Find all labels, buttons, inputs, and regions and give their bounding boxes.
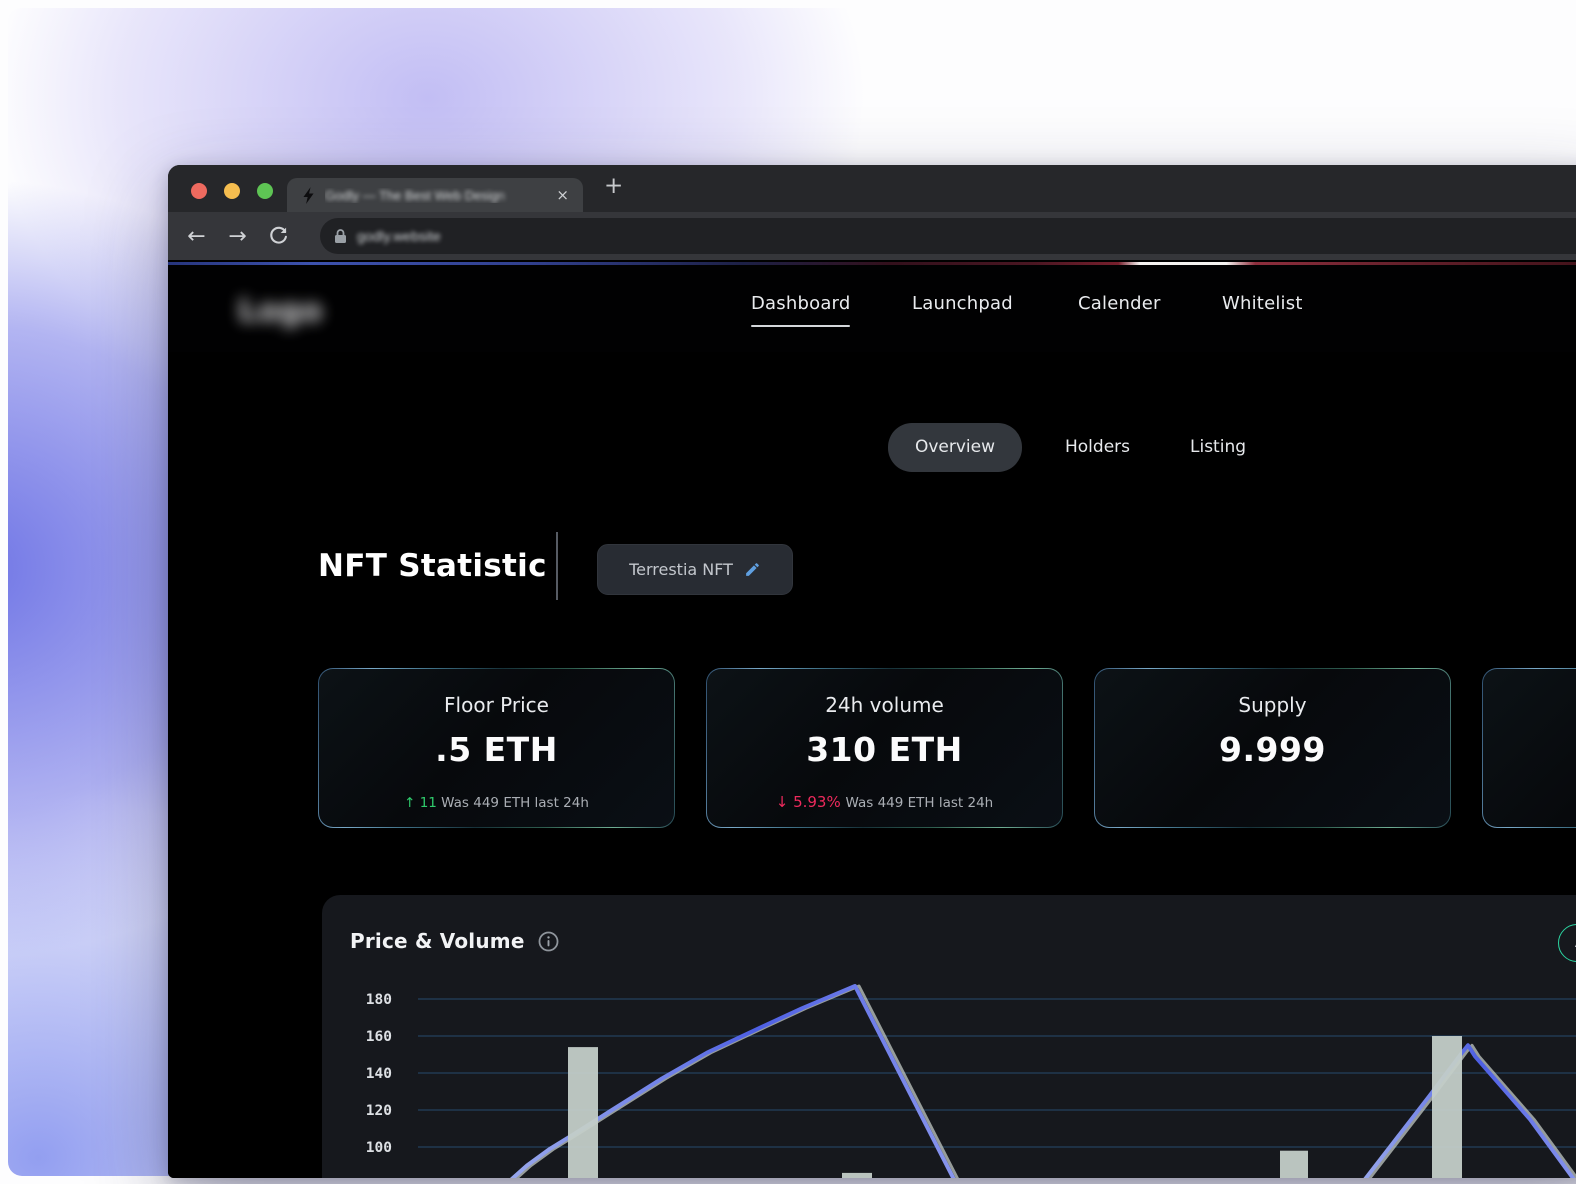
avg-price-line-shadow bbox=[1368, 1043, 1576, 1178]
volume-bar bbox=[568, 1047, 598, 1178]
delta-note: Was 449 ETH last 24h bbox=[441, 795, 589, 811]
delta-value: 5.93% bbox=[793, 793, 846, 811]
avg-price-line bbox=[1363, 1043, 1576, 1178]
reload-icon[interactable] bbox=[265, 224, 292, 248]
browser-window: Godly — The Best Web Design × + ← → godl… bbox=[168, 165, 1576, 1178]
browser-toolbar: ← → godly.website bbox=[168, 212, 1576, 260]
view-tab-listing[interactable]: Listing bbox=[1190, 437, 1246, 457]
browser-tab[interactable]: Godly — The Best Web Design × bbox=[287, 178, 583, 212]
title-divider bbox=[556, 532, 558, 600]
y-axis-tick: 180 bbox=[366, 992, 392, 1008]
close-tab-icon[interactable]: × bbox=[552, 186, 573, 205]
new-tab-button[interactable]: + bbox=[604, 173, 623, 199]
nav-item-calender[interactable]: Calender bbox=[1078, 293, 1161, 314]
lightning-bolt-icon bbox=[303, 186, 314, 204]
volume-bar bbox=[1280, 1150, 1308, 1178]
forward-icon[interactable]: → bbox=[224, 224, 251, 249]
minimize-window-button[interactable] bbox=[224, 183, 240, 199]
chart-filter-avg-price[interactable]: Avg. Price bbox=[1558, 924, 1576, 962]
y-axis-tick: 140 bbox=[366, 1066, 392, 1082]
stat-card-delta: ↓ 5.93% Was 449 ETH last 24h bbox=[707, 793, 1062, 811]
site-logo[interactable]: Logo bbox=[238, 293, 323, 329]
stat-card-value: 310 ETH bbox=[806, 730, 963, 769]
y-axis-tick: 100 bbox=[366, 1140, 392, 1156]
y-axis-tick: 120 bbox=[366, 1103, 392, 1119]
stat-card-label: Supply bbox=[1238, 693, 1307, 717]
site-header: Logo Dashboard Launchpad Calender Whitelist bbox=[168, 265, 1576, 352]
view-tab-overview[interactable]: Overview bbox=[888, 423, 1022, 472]
stat-card-supply: Supply 9.999 bbox=[1094, 668, 1451, 828]
url-bar[interactable]: godly.website bbox=[320, 218, 1576, 254]
view-tab-holders[interactable]: Holders bbox=[1065, 437, 1130, 457]
active-nav-underline bbox=[751, 325, 851, 327]
webpage: Logo Dashboard Launchpad Calender Whitelist… bbox=[168, 260, 1576, 1178]
close-window-button[interactable] bbox=[191, 183, 207, 199]
back-icon[interactable]: ← bbox=[183, 224, 210, 249]
stat-cards-row: Floor Price .5 ETH ↑ 11 Was 449 ETH last 2… bbox=[318, 668, 1576, 828]
price-volume-chart: 180 160 140 120 100 bbox=[366, 984, 1576, 1178]
screenshot-stage: Godly — The Best Web Design × + ← → godl… bbox=[0, 0, 1576, 1184]
chart-panel: Price & Volume Avg. PricePrice Range bbox=[322, 895, 1576, 1178]
stat-card-floor-price: Floor Price .5 ETH ↑ 11 Was 449 ETH last 2… bbox=[318, 668, 675, 828]
tab-strip: Godly — The Best Web Design × + bbox=[168, 165, 1576, 212]
delta-note: Was 449 ETH last 24h bbox=[845, 795, 994, 811]
info-icon[interactable] bbox=[538, 931, 559, 952]
delta-value: 11 bbox=[419, 795, 442, 811]
volume-bar bbox=[842, 1172, 872, 1178]
window-controls bbox=[191, 183, 273, 199]
pencil-icon bbox=[746, 563, 759, 576]
stat-card-label: Floor Price bbox=[444, 693, 549, 717]
stat-card-delta: ↑ 11 Was 449 ETH last 24h bbox=[319, 795, 674, 811]
url-text: godly.website bbox=[357, 228, 441, 244]
tab-title: Godly — The Best Web Design bbox=[325, 187, 506, 203]
lock-icon bbox=[335, 229, 346, 243]
stat-card-value: 9.999 bbox=[1219, 730, 1326, 769]
zoom-window-button[interactable] bbox=[257, 183, 273, 199]
y-axis-tick: 160 bbox=[366, 1029, 392, 1045]
volume-bar bbox=[1432, 1036, 1462, 1178]
stat-card-cropped bbox=[1482, 668, 1576, 828]
page-title: NFT Statistic bbox=[318, 548, 547, 584]
collection-name: Terrestia NFT bbox=[629, 560, 733, 579]
stat-card-value: .5 ETH bbox=[435, 730, 558, 769]
nav-item-dashboard[interactable]: Dashboard bbox=[751, 293, 851, 327]
arrow-down-icon: ↓ bbox=[775, 793, 794, 811]
arrow-up-icon: ↑ bbox=[404, 795, 420, 811]
collection-select-button[interactable]: Terrestia NFT bbox=[597, 544, 793, 595]
nav-item-whitelist[interactable]: Whitelist bbox=[1222, 293, 1303, 314]
chart-title: Price & Volume bbox=[350, 929, 525, 953]
stat-card-label: 24h volume bbox=[825, 693, 944, 717]
stat-card-24h-volume: 24h volume 310 ETH ↓ 5.93% Was 449 ETH las… bbox=[706, 668, 1063, 828]
nav-item-launchpad[interactable]: Launchpad bbox=[912, 293, 1013, 314]
